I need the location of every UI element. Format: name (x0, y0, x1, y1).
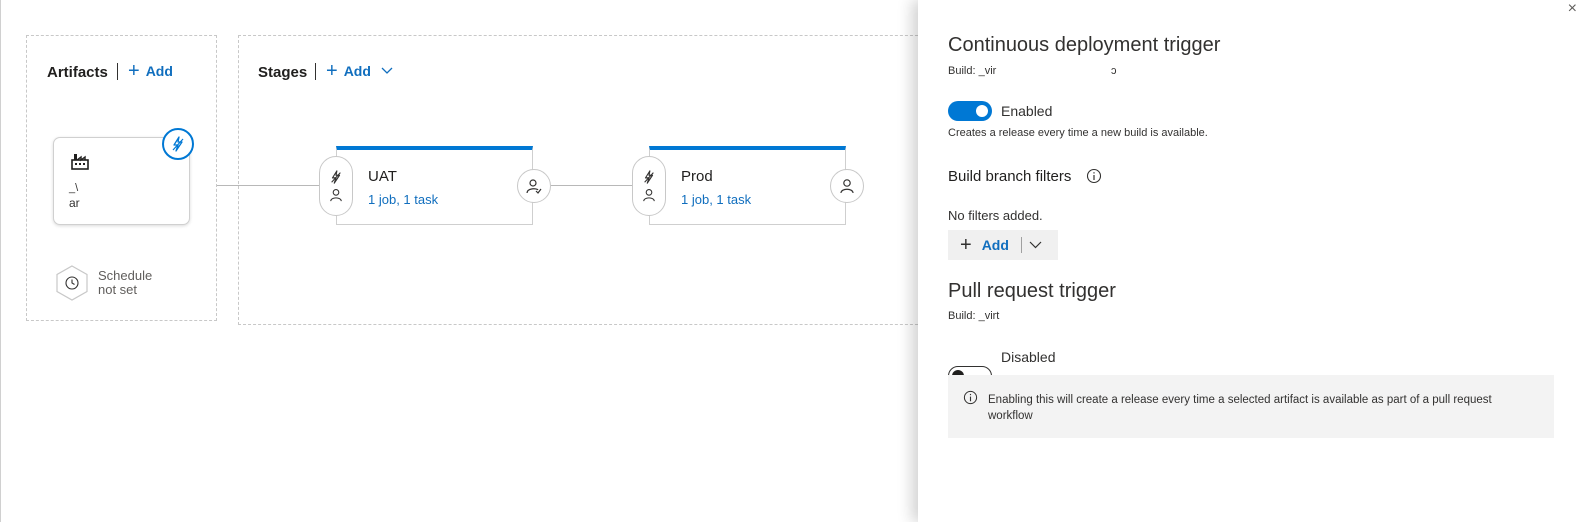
cd-trigger-toggle[interactable] (948, 101, 992, 121)
artifact-name: _\ (69, 182, 79, 194)
lightning-icon (644, 170, 654, 184)
chevron-down-icon[interactable] (1029, 241, 1042, 249)
add-stage-label: Add (343, 63, 371, 79)
pre-deployment-conditions-uat[interactable] (319, 156, 353, 216)
lightning-icon (331, 170, 341, 184)
stages-title: Stages (258, 64, 308, 81)
schedule-trigger-button[interactable] (55, 265, 89, 301)
plus-icon: + (960, 234, 972, 256)
stages-separator (315, 63, 316, 80)
artifacts-separator (117, 63, 118, 80)
cd-trigger-build: Build: _vir (948, 65, 997, 77)
pr-trigger-toggle-label: Disabled (1001, 349, 1056, 365)
post-deployment-conditions-prod[interactable] (830, 169, 864, 203)
branch-filters-empty: No filters added. (948, 208, 1043, 223)
artifact-alias: ar (69, 196, 80, 210)
continuous-deployment-trigger-button[interactable] (162, 128, 194, 160)
person-icon (840, 179, 854, 194)
add-stage-button[interactable]: + Add (326, 60, 393, 82)
trigger-settings-panel: × (918, 0, 1583, 522)
stage-card-uat[interactable]: UAT 1 job, 1 task (336, 146, 533, 225)
person-check-icon (526, 179, 542, 194)
close-icon[interactable]: × (1568, 0, 1577, 18)
stage-name-prod: Prod (681, 168, 713, 185)
add-branch-filter-label: Add (981, 237, 1009, 253)
pr-trigger-info-line2: workflow (988, 410, 1033, 422)
add-artifact-button[interactable]: + Add (128, 60, 173, 82)
add-artifact-label: Add (145, 63, 173, 79)
pr-trigger-info-text: Enabling this will create a release ever… (988, 392, 1548, 424)
stage-card-prod[interactable]: Prod 1 job, 1 task (649, 146, 846, 225)
stage-tasks-link-prod[interactable]: 1 job, 1 task (681, 192, 751, 207)
post-deployment-conditions-uat[interactable] (517, 169, 551, 203)
info-icon (963, 390, 978, 405)
schedule-status: Schedule not set (98, 269, 152, 297)
artifacts-title: Artifacts (47, 64, 108, 81)
stage-tasks-link-uat[interactable]: 1 job, 1 task (368, 192, 438, 207)
cd-trigger-toggle-label: Enabled (1001, 103, 1053, 119)
schedule-line1: Schedule (98, 268, 153, 283)
stage-name-uat: UAT (368, 168, 397, 185)
pr-trigger-info-box: Enabling this will create a release ever… (948, 375, 1554, 438)
plus-icon: + (326, 60, 338, 82)
cd-trigger-title: Continuous deployment trigger (948, 34, 1221, 56)
schedule-line2: not set (98, 282, 138, 297)
pre-deployment-conditions-prod[interactable] (632, 156, 666, 216)
pr-trigger-info-line1: Enabling this will create a release ever… (988, 394, 1492, 406)
toggle-knob (976, 105, 988, 117)
person-icon (643, 189, 655, 202)
add-branch-filter-button[interactable]: + Add (948, 230, 1058, 260)
cd-trigger-build-tail: ɔ (1111, 65, 1117, 77)
cd-trigger-description: Creates a release every time a new build… (948, 127, 1208, 139)
button-divider (1020, 237, 1022, 253)
branch-filters-title: Build branch filters (948, 168, 1072, 185)
factory-build-icon (71, 154, 89, 170)
chevron-down-icon (381, 67, 393, 74)
connector-line (551, 185, 634, 186)
left-border (0, 0, 1, 522)
lightning-icon (172, 136, 184, 152)
plus-icon: + (128, 60, 140, 82)
pr-trigger-build: Build: _virt (948, 310, 1000, 322)
pr-trigger-title: Pull request trigger (948, 280, 1116, 302)
person-icon (330, 189, 342, 202)
info-icon[interactable] (1086, 168, 1102, 184)
